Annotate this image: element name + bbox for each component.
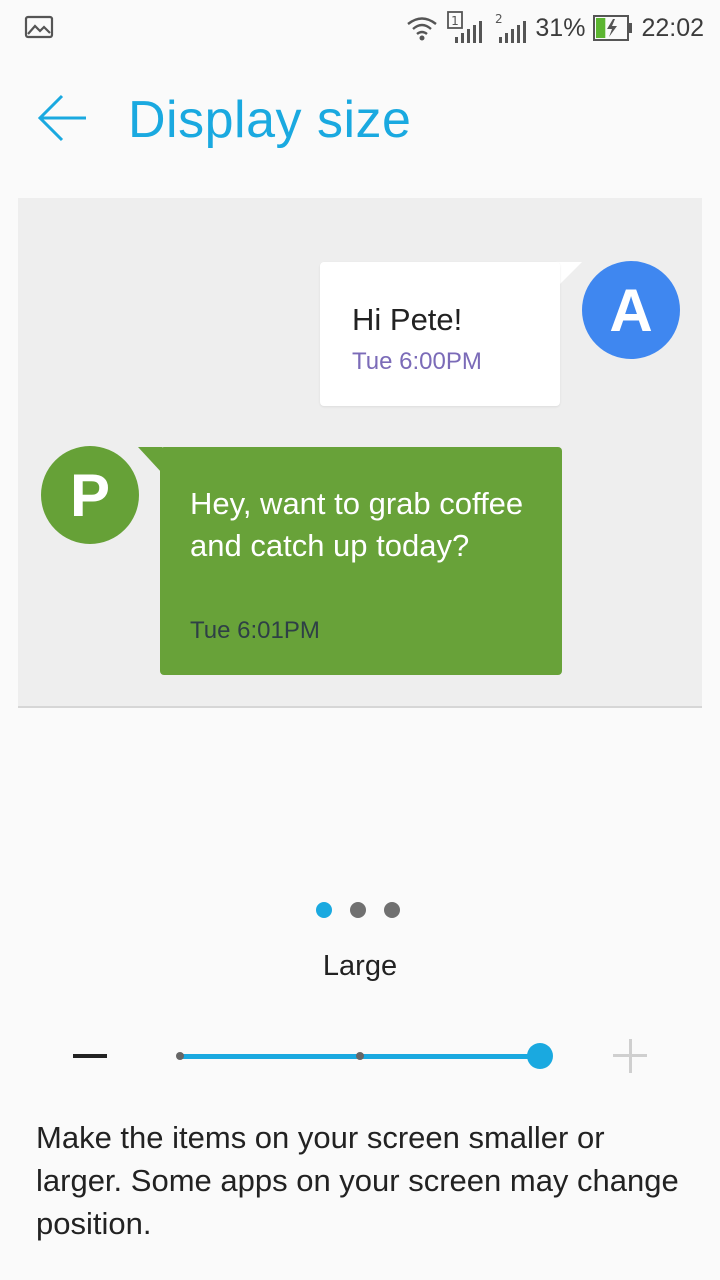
page-dot-3[interactable] [384,902,400,918]
incoming-message-time: Tue 6:01PM [190,617,320,644]
battery-percent: 31% [535,13,586,42]
outgoing-message-bubble: Hi Pete! Tue 6:00PM [320,262,560,406]
clock: 22:02 [641,13,704,42]
page-title: Display size [128,91,412,149]
slider-tick [356,1052,364,1060]
display-size-slider[interactable] [170,1036,553,1076]
page-indicator [316,902,400,918]
slider-tick [176,1052,184,1060]
battery-charging-icon [593,15,633,41]
status-icons: 1 2 31% 22:02 [405,10,704,46]
display-size-preview: Hi Pete! Tue 6:00PM A P Hey, want to gra… [18,198,702,708]
gallery-notification-icon [24,15,54,39]
wifi-icon [407,17,438,41]
decrease-size-button[interactable] [66,1034,114,1078]
outgoing-message-time: Tue 6:00PM [352,348,482,375]
sim1-signal-icon: 1 [447,11,483,43]
back-arrow-icon [37,94,86,142]
incoming-message-bubble: Hey, want to grab coffee and catch up to… [160,447,562,675]
incoming-message-text: Hey, want to grab coffee and catch up to… [190,486,524,563]
size-label: Large [322,950,398,982]
page-dot-2[interactable] [350,902,366,918]
sim2-signal-icon: 2 [495,12,527,43]
slider-thumb[interactable] [527,1043,553,1069]
sim2-label: 2 [495,12,503,26]
top-app-bar: Display size [0,56,720,186]
display-size-screen: 1 2 31% 22:02 Display size Hi Pete! Tue … [0,0,720,1280]
outgoing-message-text: Hi Pete! [352,302,463,337]
increase-size-button[interactable] [606,1034,654,1078]
page-dot-1[interactable] [316,902,332,918]
back-button[interactable] [30,86,94,150]
avatar-a: A [582,261,680,359]
incoming-bubble-tail [138,447,162,473]
description-text: Make the items on your screen smaller or… [36,1120,679,1241]
avatar-p: P [41,446,139,544]
sim1-label: 1 [452,14,460,28]
status-bar: 1 2 31% 22:02 [0,0,720,56]
